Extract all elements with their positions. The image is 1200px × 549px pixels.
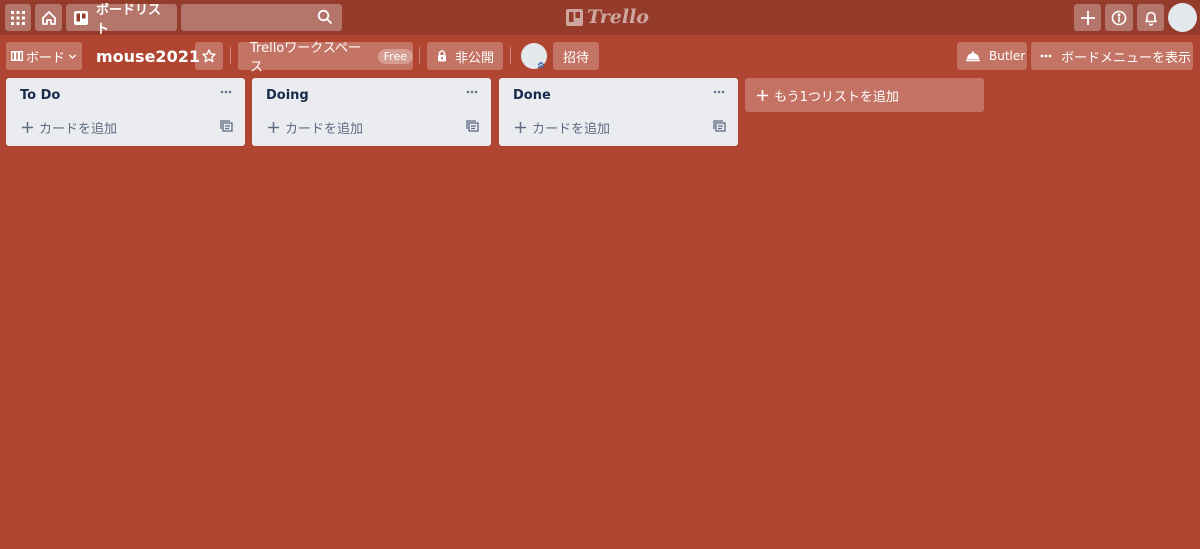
list-column[interactable]: To Do カードを追加 (6, 78, 245, 146)
list-title[interactable]: Doing (266, 88, 309, 103)
home-icon (41, 10, 57, 26)
plus-icon (22, 122, 33, 133)
workspace-plan-badge: Free (377, 48, 413, 64)
list-more-icon[interactable] (219, 84, 235, 100)
board-switch-label: ボード (26, 50, 66, 66)
star-button[interactable] (195, 42, 223, 70)
top-header: ボードリスト Trello (0, 0, 1200, 37)
trello-logo-text: Trello (587, 6, 649, 28)
user-avatar[interactable] (1168, 3, 1197, 32)
invite-button[interactable]: 招待 (553, 42, 599, 70)
card-template-icon[interactable] (466, 120, 479, 133)
card-template-icon[interactable] (220, 120, 233, 133)
list-title[interactable]: Done (513, 88, 551, 103)
trello-logo-icon (566, 8, 583, 26)
add-card-label: カードを追加 (285, 122, 364, 137)
butler-icon (966, 50, 980, 62)
create-button[interactable] (1074, 4, 1101, 31)
add-list-button[interactable]: もう1つリストを追加 (745, 78, 984, 112)
info-icon (1111, 10, 1127, 26)
add-card-button[interactable]: カードを追加 (515, 118, 610, 137)
info-button[interactable] (1105, 4, 1133, 31)
admin-chevrons-icon (536, 60, 546, 70)
add-list-label: もう1つリストを追加 (774, 89, 899, 105)
list-more-icon[interactable] (465, 84, 481, 100)
search-icon[interactable] (317, 9, 333, 25)
apps-button[interactable] (5, 4, 31, 31)
add-card-label: カードを追加 (39, 122, 118, 137)
trello-logo[interactable]: Trello (566, 6, 649, 28)
boards-icon (74, 10, 88, 25)
workspace-button[interactable]: Trelloワークスペース Free (238, 41, 413, 75)
divider (230, 47, 231, 64)
invite-label: 招待 (562, 50, 589, 66)
plus-icon (268, 122, 279, 133)
home-button[interactable] (35, 4, 62, 31)
more-icon (1040, 54, 1052, 58)
plus-icon (757, 89, 768, 101)
add-card-button[interactable]: カードを追加 (22, 118, 117, 137)
butler-label: Butler (989, 49, 1026, 63)
notifications-button[interactable] (1137, 4, 1164, 31)
boards-button-label: ボードリスト (96, 2, 162, 37)
list-column[interactable]: Doing カードを追加 (252, 78, 491, 146)
board-switch-button[interactable]: ボード (6, 42, 82, 70)
add-card-button[interactable]: カードを追加 (268, 118, 363, 137)
plus-icon (1080, 10, 1095, 25)
divider (510, 47, 511, 64)
visibility-label: 非公開 (455, 50, 495, 66)
board-title[interactable]: mouse2021 (96, 44, 200, 68)
boards-button[interactable]: ボードリスト (66, 3, 177, 37)
star-icon (202, 49, 216, 63)
bell-icon (1144, 10, 1158, 26)
add-card-label: カードを追加 (532, 122, 611, 137)
lock-icon (437, 50, 447, 62)
show-menu-label: ボードメニューを表示 (1061, 50, 1192, 66)
card-template-icon[interactable] (713, 120, 726, 133)
butler-button[interactable]: Butler (957, 42, 1027, 70)
list-column[interactable]: Done カードを追加 (499, 78, 738, 146)
search-input[interactable] (181, 4, 342, 31)
list-more-icon[interactable] (712, 84, 728, 100)
visibility-button[interactable]: 非公開 (427, 42, 503, 70)
workspace-label: Trelloワークスペース (250, 41, 361, 75)
chevron-down-icon (68, 52, 77, 61)
divider (419, 47, 420, 64)
plus-icon (515, 122, 526, 133)
list-title[interactable]: To Do (20, 88, 60, 103)
show-menu-button[interactable]: ボードメニューを表示 (1031, 42, 1193, 70)
apps-grid-icon (11, 10, 25, 25)
board-view-icon (11, 51, 23, 61)
